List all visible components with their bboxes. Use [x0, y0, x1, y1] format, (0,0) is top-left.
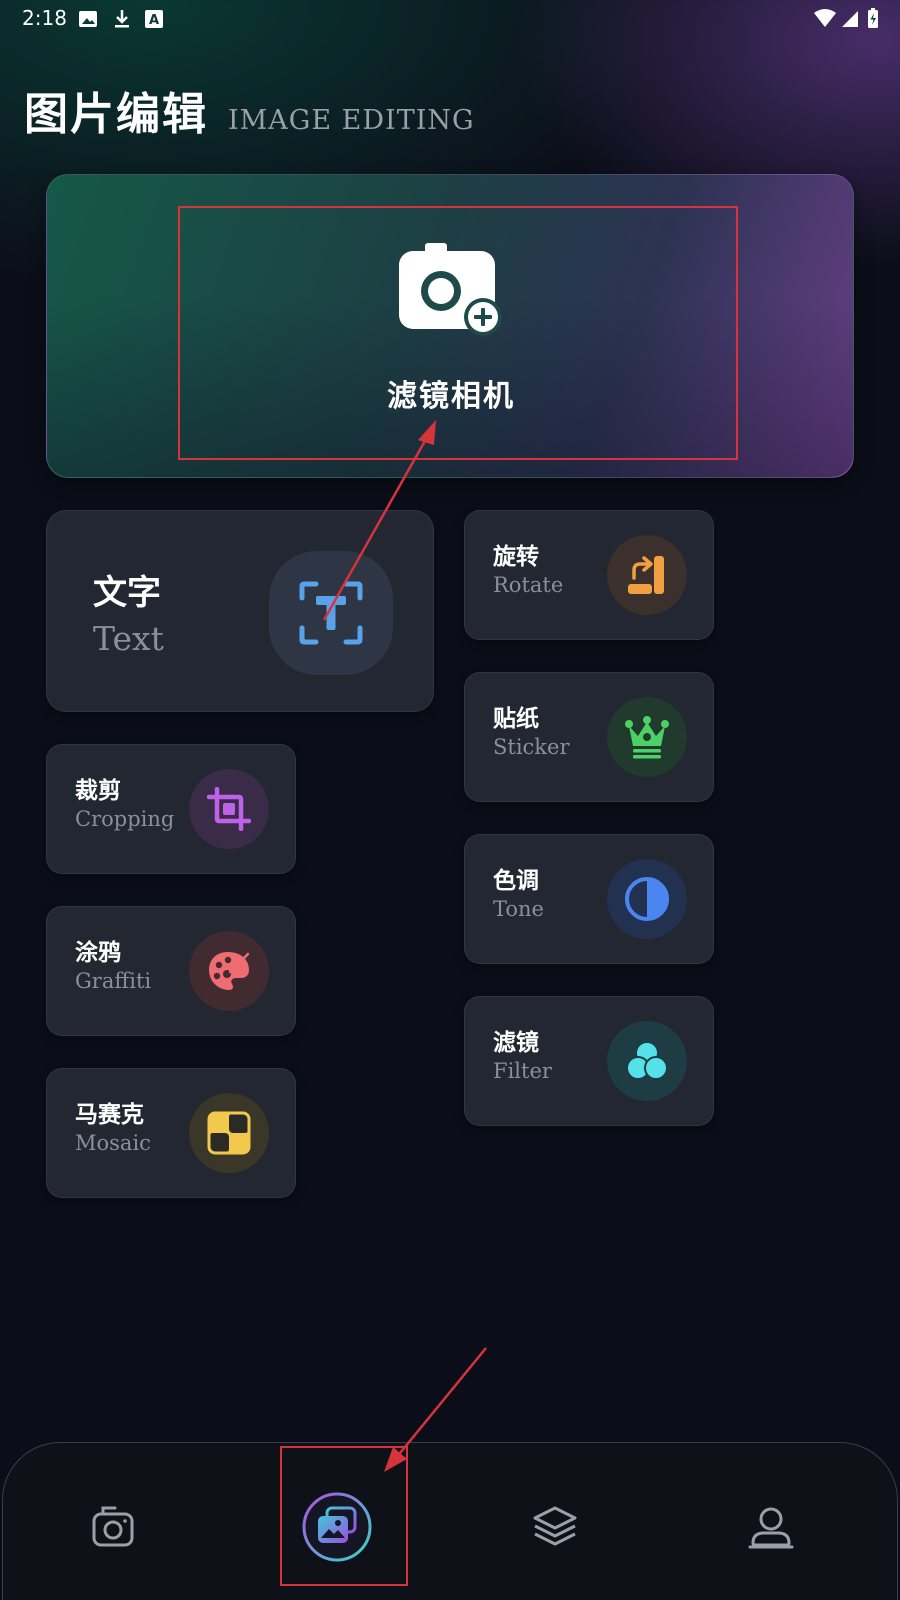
tool-crop-title: 裁剪: [75, 778, 121, 804]
crop-icon: [207, 787, 251, 831]
tool-crop-icon-bg: [189, 769, 269, 849]
filter-circles-icon: [626, 1041, 668, 1080]
nav-profile-tab[interactable]: [731, 1487, 811, 1567]
crown-icon: [625, 716, 669, 759]
profile-icon: [748, 1507, 794, 1549]
tool-graffiti-card[interactable]: 涂鸦 Graffiti: [46, 906, 296, 1036]
nav-camera-tab[interactable]: [73, 1487, 153, 1567]
mosaic-icon: [207, 1111, 251, 1155]
tool-crop-subtitle: Cropping: [75, 807, 175, 831]
page-title: 图片编辑: [24, 89, 208, 140]
tool-sticker-title: 贴纸: [493, 706, 539, 732]
tool-tone-icon-bg: [607, 859, 687, 939]
tool-text-subtitle: Text: [93, 619, 164, 658]
tool-rotate-title: 旋转: [493, 544, 539, 570]
tool-filter-icon-bg: [607, 1021, 687, 1101]
tool-tone-subtitle: Tone: [493, 897, 544, 921]
status-bar: 2:18 A: [0, 0, 900, 38]
annotation-box-gallery-tab: [280, 1446, 408, 1586]
svg-text:A: A: [149, 13, 159, 28]
nav-layers-tab[interactable]: [515, 1487, 595, 1567]
tool-mosaic-icon-bg: [189, 1093, 269, 1173]
wifi-icon: [814, 9, 836, 27]
tool-graffiti-title: 涂鸦: [75, 940, 121, 966]
tool-filter-card[interactable]: 滤镜 Filter: [464, 996, 714, 1126]
app-notification-icon: A: [145, 10, 163, 28]
tool-sticker-card[interactable]: 贴纸 Sticker: [464, 672, 714, 802]
bottom-nav: [2, 1442, 898, 1600]
page-subtitle: IMAGE EDITING: [228, 105, 475, 136]
annotation-box-hero: [178, 206, 738, 460]
tool-mosaic-subtitle: Mosaic: [75, 1131, 151, 1155]
tool-text-card[interactable]: 文字 Text: [46, 510, 434, 712]
tool-rotate-subtitle: Rotate: [493, 573, 564, 597]
rotate-icon: [628, 556, 664, 594]
text-scan-icon: [299, 581, 363, 645]
camera-icon: [92, 1506, 134, 1547]
tool-text-title: 文字: [93, 573, 161, 613]
tool-mosaic-title: 马赛克: [75, 1102, 144, 1128]
tool-graffiti-subtitle: Graffiti: [75, 969, 152, 993]
status-right: [812, 8, 882, 34]
half-circle-icon: [625, 877, 669, 921]
system-status-icons: [814, 8, 878, 28]
tool-filter-title: 滤镜: [493, 1030, 539, 1056]
status-time: 2:18: [22, 6, 67, 30]
download-icon: [115, 10, 129, 28]
tool-sticker-subtitle: Sticker: [493, 735, 570, 759]
tool-tone-title: 色调: [493, 868, 539, 894]
tool-graffiti-icon-bg: [189, 931, 269, 1011]
tool-mosaic-card[interactable]: 马赛克 Mosaic: [46, 1068, 296, 1198]
signal-icon: [842, 11, 858, 27]
tool-sticker-icon-bg: [607, 697, 687, 777]
tool-tone-card[interactable]: 色调 Tone: [464, 834, 714, 964]
layers-icon: [533, 1506, 577, 1546]
page-header: 图片编辑 IMAGE EDITING: [24, 78, 475, 140]
tool-crop-card[interactable]: 裁剪 Cropping: [46, 744, 296, 874]
tool-filter-subtitle: Filter: [493, 1059, 552, 1083]
tool-rotate-icon-bg: [607, 535, 687, 615]
tool-text-icon-bg: [269, 551, 393, 675]
tool-rotate-card[interactable]: 旋转 Rotate: [464, 510, 714, 640]
image-notification-icon: [79, 11, 97, 27]
palette-icon: [209, 952, 250, 990]
